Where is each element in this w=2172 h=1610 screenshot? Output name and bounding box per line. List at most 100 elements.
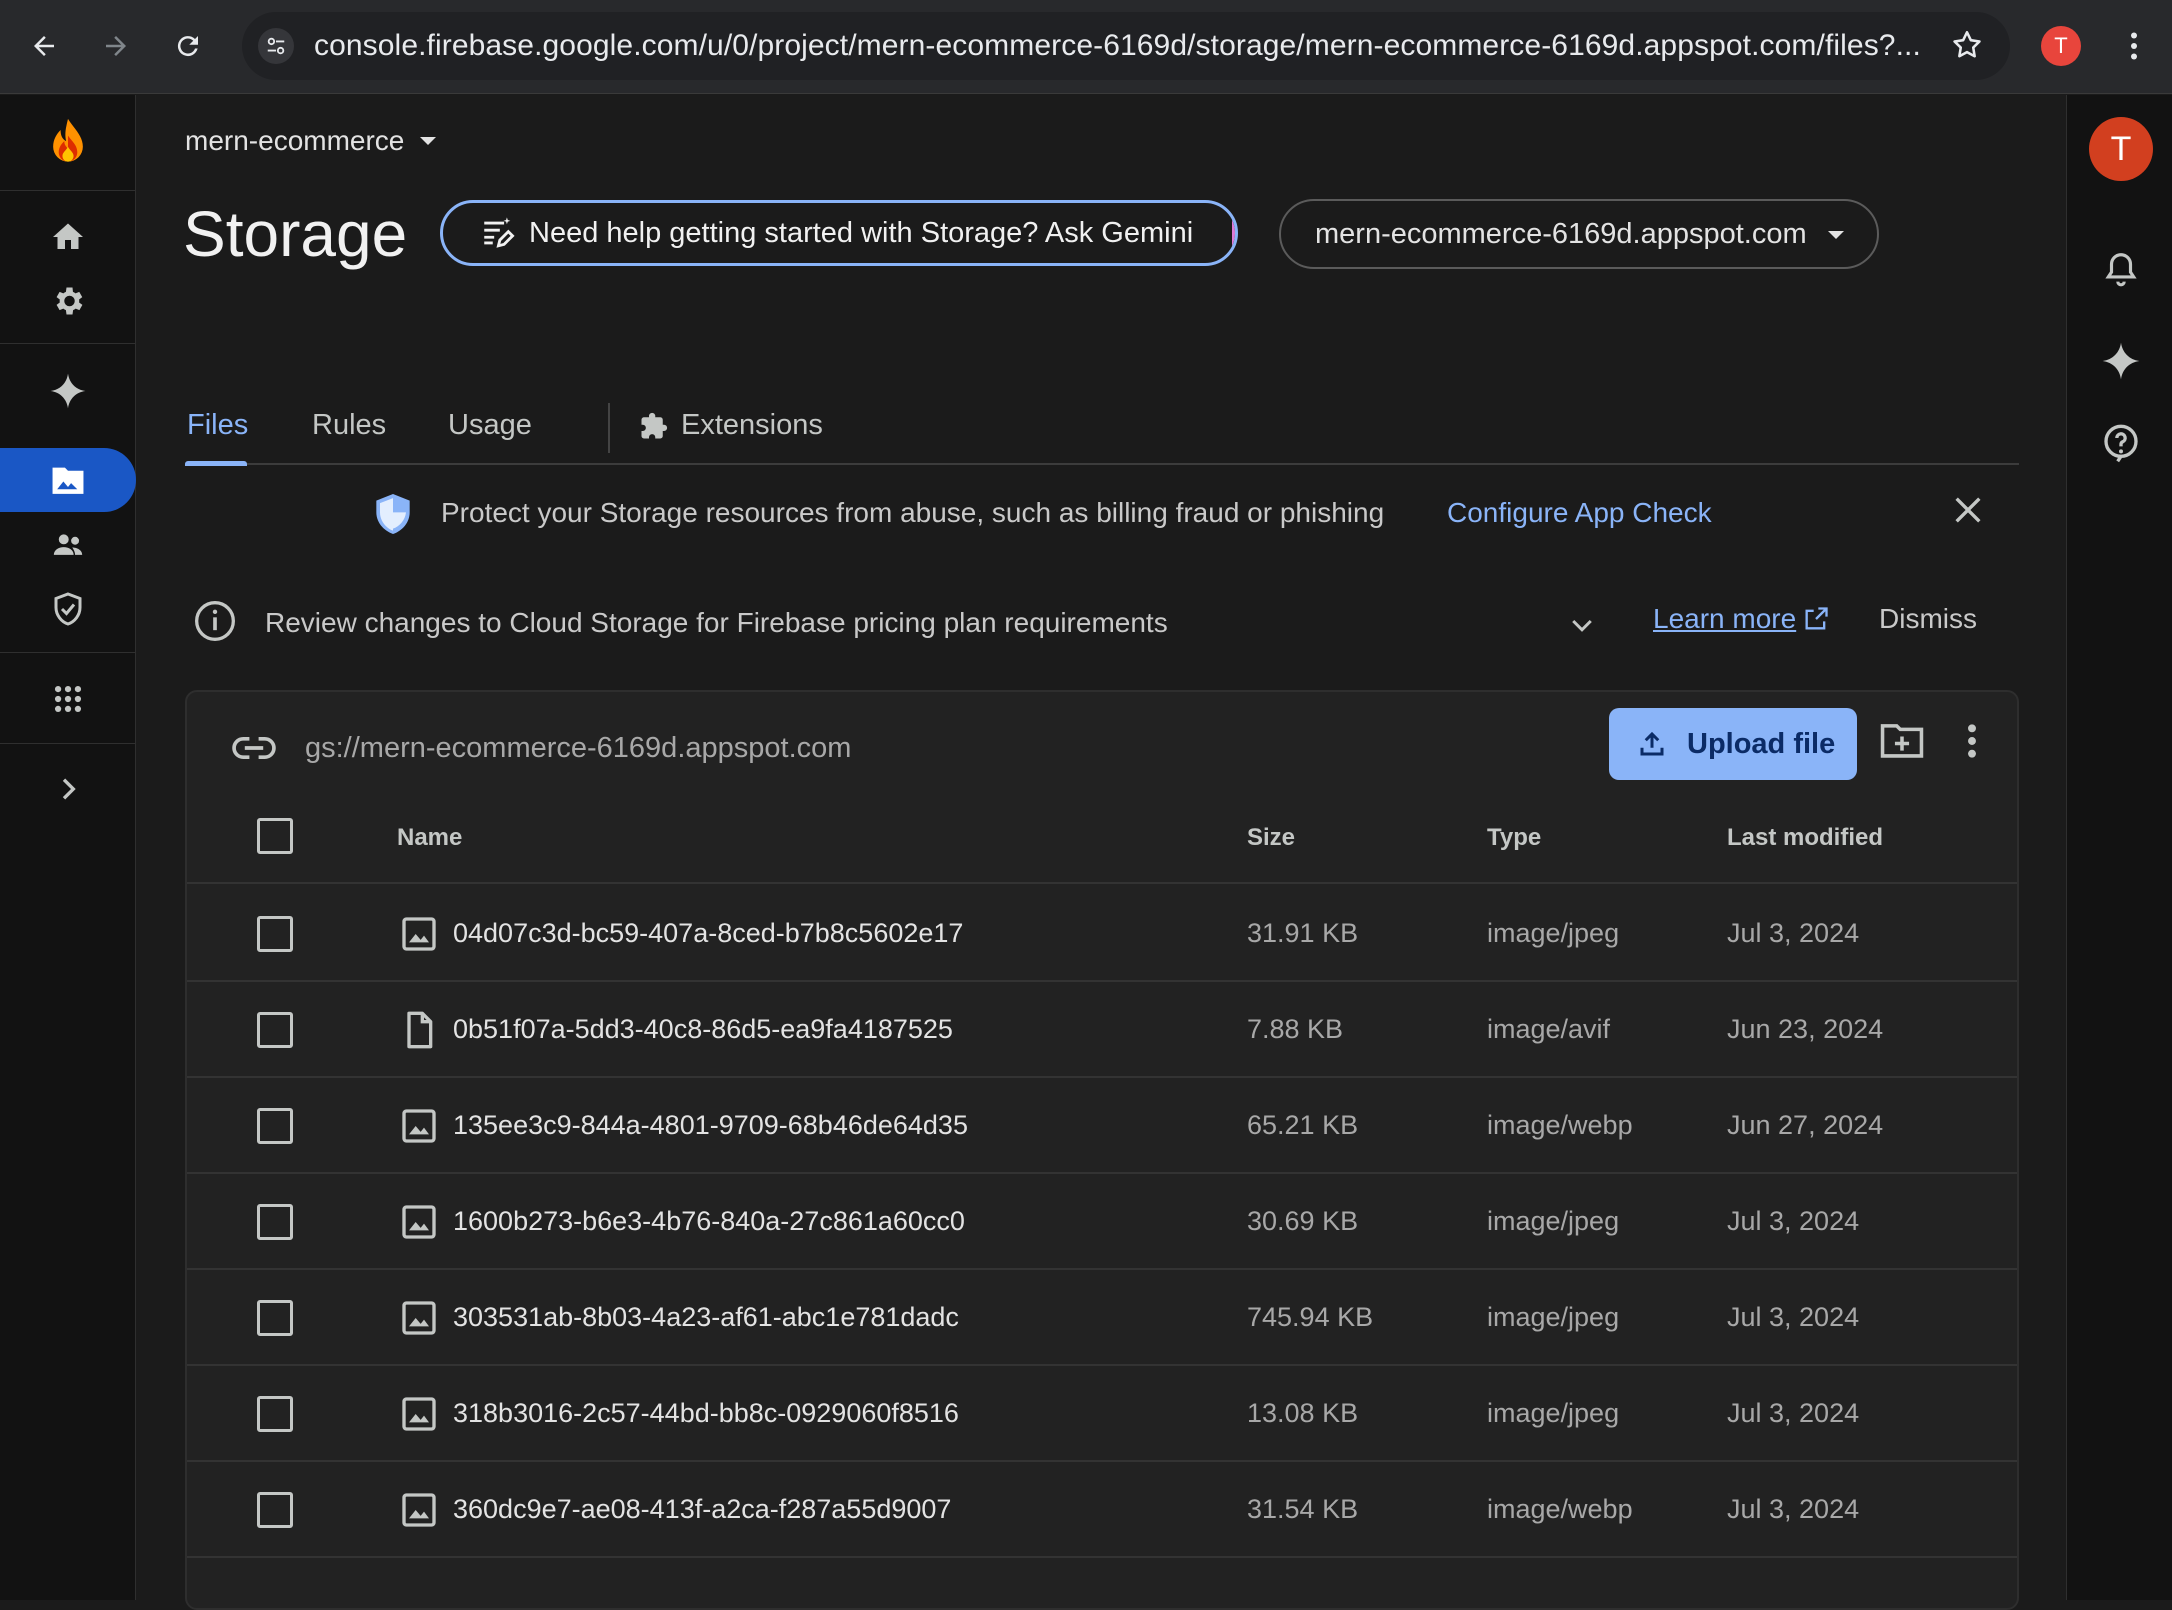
table-row[interactable]: 318b3016-2c57-44bd-bb8c-0929060f8516 13.0…	[187, 1366, 2017, 1462]
file-last-modified: Jul 3, 2024	[1727, 1494, 1860, 1524]
file-name[interactable]: 04d07c3d-bc59-407a-8ced-b7b8c5602e17	[453, 918, 963, 949]
file-name[interactable]: 318b3016-2c57-44bd-bb8c-0929060f8516	[453, 1398, 959, 1429]
site-info-icon[interactable]	[258, 28, 294, 64]
firebase-logo-icon[interactable]	[0, 113, 136, 173]
file-size: 65.21 KB	[1247, 1110, 1359, 1140]
settings-gear-icon[interactable]	[0, 271, 136, 331]
chevron-down-icon[interactable]	[1567, 611, 1597, 641]
file-size: 30.69 KB	[1247, 1206, 1359, 1236]
file-size: 745.94 KB	[1247, 1302, 1374, 1332]
ask-gemini-label: Need help getting started with Storage? …	[529, 216, 1194, 249]
tab-extensions-label: Extensions	[681, 409, 823, 441]
project-selector[interactable]: mern-ecommerce	[185, 125, 438, 157]
ask-gemini-button[interactable]: Need help getting started with Storage? …	[440, 200, 1238, 266]
upload-file-label: Upload file	[1687, 727, 1836, 760]
home-icon[interactable]	[0, 207, 136, 267]
forward-icon[interactable]	[92, 22, 140, 70]
table-row[interactable]: 135ee3c9-844a-4801-9709-68b46de64d35 65.2…	[187, 1078, 2017, 1174]
row-checkbox[interactable]	[257, 916, 293, 952]
file-name[interactable]: 0b51f07a-5dd3-40c8-86d5-ea9fa4187525	[453, 1014, 953, 1045]
help-question-icon[interactable]	[2095, 417, 2147, 469]
browser-toolbar: console.firebase.google.com/u/0/project/…	[0, 0, 2172, 94]
file-name[interactable]: 360dc9e7-ae08-413f-a2ca-f287a55d9007	[453, 1494, 951, 1525]
row-checkbox[interactable]	[257, 1300, 293, 1336]
row-checkbox[interactable]	[257, 1012, 293, 1048]
tab-files[interactable]: Files	[187, 409, 248, 442]
dismiss-button[interactable]: Dismiss	[1879, 603, 1977, 635]
upload-file-button[interactable]: Upload file	[1609, 708, 1857, 780]
reload-icon[interactable]	[164, 22, 212, 70]
file-type: image/jpeg	[1487, 1206, 1620, 1236]
app-check-banner: Protect your Storage resources from abus…	[137, 485, 2066, 545]
account-avatar[interactable]: T	[2089, 117, 2153, 181]
generic-file-icon	[399, 1010, 439, 1050]
row-checkbox[interactable]	[257, 1492, 293, 1528]
storage-icon[interactable]	[0, 450, 136, 510]
file-name[interactable]: 135ee3c9-844a-4801-9709-68b46de64d35	[453, 1110, 968, 1141]
file-size: 7.88 KB	[1247, 1014, 1344, 1044]
info-icon	[193, 599, 237, 643]
column-last-modified[interactable]: Last modified	[1727, 824, 1883, 852]
shield-icon	[373, 491, 413, 537]
url-text: console.firebase.google.com/u/0/project/…	[314, 29, 1921, 62]
authentication-people-icon[interactable]	[0, 515, 136, 575]
file-type: image/webp	[1487, 1110, 1633, 1140]
file-name[interactable]: 1600b273-b6e3-4b76-840a-27c861a60cc0	[453, 1206, 965, 1237]
link-icon[interactable]	[231, 732, 277, 764]
edit-note-icon	[484, 217, 515, 248]
expand-chevron-right-icon[interactable]	[0, 759, 136, 819]
column-name[interactable]: Name	[397, 824, 462, 852]
left-nav-rail	[0, 95, 136, 1600]
right-rail: T	[2066, 95, 2172, 1600]
file-type: image/jpeg	[1487, 1302, 1620, 1332]
file-last-modified: Jul 3, 2024	[1727, 918, 1860, 948]
column-size[interactable]: Size	[1247, 824, 1295, 852]
address-bar[interactable]: console.firebase.google.com/u/0/project/…	[242, 12, 2010, 80]
image-file-icon	[399, 1394, 439, 1434]
bucket-selector[interactable]: mern-ecommerce-6169d.appspot.com	[1279, 199, 1879, 269]
tab-rules[interactable]: Rules	[312, 409, 386, 442]
app-check-shield-icon[interactable]	[0, 579, 136, 639]
create-folder-icon[interactable]	[1879, 720, 1925, 760]
tab-usage[interactable]: Usage	[448, 409, 532, 442]
app-check-message: Protect your Storage resources from abus…	[441, 497, 1385, 528]
column-type[interactable]: Type	[1487, 824, 1541, 852]
select-all-checkbox[interactable]	[257, 818, 293, 854]
file-size: 13.08 KB	[1247, 1398, 1359, 1428]
pricing-notice: Review changes to Cloud Storage for Fire…	[137, 595, 2066, 655]
external-link-icon	[1805, 607, 1828, 630]
back-icon[interactable]	[20, 22, 68, 70]
image-file-icon	[399, 1490, 439, 1530]
configure-app-check-link[interactable]: Configure App Check	[1447, 497, 1712, 529]
file-name[interactable]: 303531ab-8b03-4a23-af61-abc1e781dadc	[453, 1302, 959, 1333]
close-icon[interactable]	[1951, 493, 1985, 527]
table-header: Name Size Type Last modified	[187, 788, 2017, 884]
browser-menu-icon[interactable]	[2116, 24, 2152, 68]
table-row[interactable]: 1600b273-b6e3-4b76-840a-27c861a60cc0 30.6…	[187, 1174, 2017, 1270]
tab-extensions[interactable]: Extensions	[639, 409, 823, 442]
row-checkbox[interactable]	[257, 1396, 293, 1432]
bookmark-star-icon[interactable]	[1950, 28, 1984, 62]
tab-divider	[608, 403, 610, 453]
row-checkbox[interactable]	[257, 1108, 293, 1144]
table-row[interactable]: 04d07c3d-bc59-407a-8ced-b7b8c5602e17 31.9…	[187, 886, 2017, 982]
file-last-modified: Jul 3, 2024	[1727, 1206, 1860, 1236]
file-last-modified: Jul 3, 2024	[1727, 1398, 1860, 1428]
gemini-sparkle-icon[interactable]	[2095, 335, 2147, 387]
image-file-icon	[399, 1106, 439, 1146]
notifications-bell-icon[interactable]	[2095, 243, 2147, 295]
file-type: image/avif	[1487, 1014, 1611, 1044]
gemini-sparkle-icon[interactable]	[0, 361, 136, 421]
all-products-grid-icon[interactable]	[0, 669, 136, 729]
page-title: Storage	[183, 198, 408, 270]
more-options-icon[interactable]	[1965, 722, 1979, 760]
table-row[interactable]: 0b51f07a-5dd3-40c8-86d5-ea9fa4187525 7.88…	[187, 982, 2017, 1078]
file-last-modified: Jul 3, 2024	[1727, 1302, 1860, 1332]
browser-profile-avatar[interactable]: T	[2041, 26, 2081, 66]
row-checkbox[interactable]	[257, 1204, 293, 1240]
project-name: mern-ecommerce	[185, 125, 405, 156]
table-row[interactable]: 303531ab-8b03-4a23-af61-abc1e781dadc 745.…	[187, 1270, 2017, 1366]
learn-more-link[interactable]: Learn more	[1653, 603, 1830, 635]
table-row[interactable]: 360dc9e7-ae08-413f-a2ca-f287a55d9007 31.5…	[187, 1462, 2017, 1558]
extensions-puzzle-icon	[641, 412, 668, 438]
